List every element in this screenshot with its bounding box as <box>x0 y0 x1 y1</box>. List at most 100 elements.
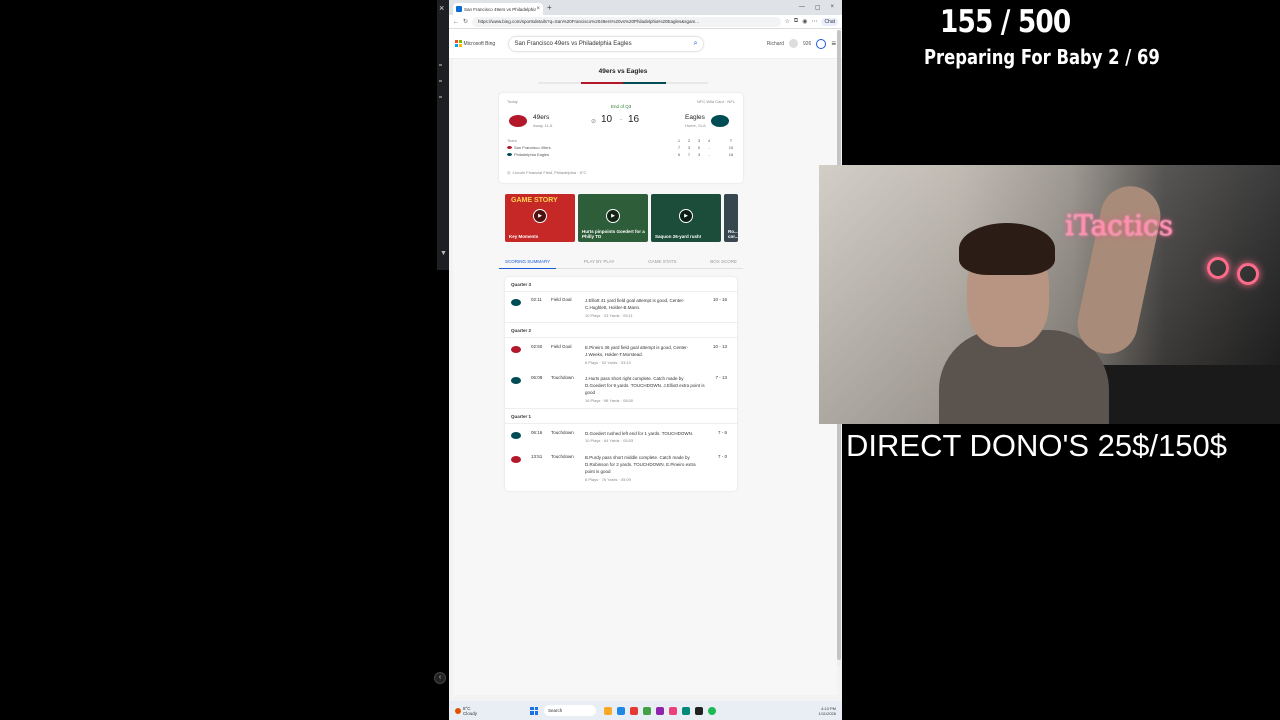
tab-title: San Francisco 49ers vs Philadelphia <box>464 6 537 12</box>
quarter-heading: Quarter 3 <box>511 282 532 287</box>
extensions-icon[interactable]: ⧉ <box>794 18 798 25</box>
video-title: GAME STORY <box>511 197 558 204</box>
play-score: 10 - 16 <box>712 297 727 302</box>
eagles-logo-icon <box>511 432 521 439</box>
search-input[interactable]: San Francisco 49ers vs Philadelphia Eagl… <box>507 35 704 52</box>
rewards-icon[interactable] <box>816 38 827 49</box>
play-icon[interactable]: ▶ <box>606 209 620 223</box>
app-icon[interactable] <box>669 706 677 715</box>
linescore-periods: 1 2 3 4 T <box>677 138 733 143</box>
divider <box>505 337 737 338</box>
app-icon[interactable] <box>643 706 651 715</box>
tab-box-score[interactable]: BOX SCORE <box>704 257 743 269</box>
bing-favicon-icon <box>456 6 462 12</box>
away-team-record: Away, 11-6 <box>533 123 553 128</box>
play-description: J.Elliott 41 yard field goal attempt is … <box>585 298 685 310</box>
back-button[interactable]: ‹ <box>434 672 446 684</box>
copilot-button[interactable]: Chat <box>821 17 838 26</box>
home-score: 16 <box>628 114 640 125</box>
taskbar-apps <box>604 706 716 715</box>
app-icon[interactable] <box>630 706 638 715</box>
close-window-button[interactable]: × <box>830 4 834 11</box>
file-explorer-icon[interactable] <box>604 706 612 715</box>
play-meta: 16 Plays · 98 Yards · 08:00 <box>585 398 634 403</box>
play-meta: 6 Plays · 53 Yards · 03:10 <box>585 360 631 365</box>
url-field[interactable]: https://www.bing.com/sportsdetails?q=San… <box>472 16 781 27</box>
weather-widget[interactable]: 8°C Cloudy <box>455 706 525 716</box>
tab-play-by-play[interactable]: PLAY BY PLAY <box>578 257 621 269</box>
game-round: NFC Wild Card · NFL <box>696 99 735 104</box>
eagles-logo-icon <box>711 115 729 127</box>
avatar[interactable] <box>788 39 798 48</box>
refresh-icon[interactable]: ↻ <box>463 18 468 25</box>
divider <box>505 322 737 323</box>
close-icon[interactable]: × <box>439 3 444 13</box>
divider <box>505 423 737 424</box>
home-team-record: Home, 11-6 <box>685 123 706 128</box>
windows-start-icon[interactable] <box>530 706 538 715</box>
app-icon[interactable] <box>682 706 690 715</box>
play-time: 02:50 <box>531 344 543 349</box>
close-tab-icon[interactable]: × <box>536 6 540 12</box>
play-type: Field Goal <box>551 297 572 302</box>
play-score: 7 - 6 <box>717 430 727 435</box>
spotify-icon[interactable] <box>708 706 716 715</box>
sub-counter: 155 / 500 <box>940 4 1071 40</box>
donation-goal: DIRECT DONO'S 25$/150$ <box>846 428 1227 463</box>
video-card[interactable]: ▶ Hurts pinpoints Goedert for a Philly T… <box>578 194 648 242</box>
tab-scoring-summary[interactable]: SCORING SUMMARY <box>499 257 557 269</box>
search-icon[interactable]: ⌕ <box>694 37 698 51</box>
video-carousel: GAME STORY ▶ Key Moments ▶ Hurts pinpoin… <box>505 194 739 242</box>
maximize-button[interactable]: ▢ <box>815 4 821 11</box>
rgb-fan-icon <box>1207 257 1229 279</box>
quarter-heading: Quarter 2 <box>511 328 532 333</box>
brand-name[interactable]: Microsoft Bing <box>464 41 508 47</box>
video-card[interactable]: GAME STORY ▶ Key Moments <box>505 194 575 242</box>
play-type: Touchdown <box>551 454 574 459</box>
clock[interactable]: 4:13 PM 1/11/2026 <box>819 706 837 716</box>
browser-tab[interactable]: San Francisco 49ers vs Philadelphia × <box>453 3 543 15</box>
play-description: B.Purdy pass short middle complete. Catc… <box>585 455 696 474</box>
play-description: J.Hurts pass short right complete. Catch… <box>585 376 705 395</box>
location-pin-icon: ◎ <box>507 170 511 175</box>
more-menu-icon[interactable]: ⋯ <box>811 18 817 25</box>
hamburger-menu-icon[interactable]: ≡ <box>831 39 836 48</box>
play-time: 02:11 <box>531 297 542 302</box>
49ers-logo-icon <box>509 115 527 127</box>
away-team-name[interactable]: 49ers <box>533 114 549 121</box>
video-card[interactable]: Ro... cor... <box>724 194 738 242</box>
home-team-name[interactable]: Eagles <box>685 114 705 121</box>
address-bar: ← ↻ https://www.bing.com/sportsdetails?q… <box>449 15 842 29</box>
video-caption: Saquon 26-yard rush! <box>655 234 702 239</box>
49ers-mini-logo-icon <box>507 146 512 149</box>
user-name[interactable]: Richard <box>767 41 784 47</box>
back-arrow-icon[interactable]: ← <box>453 19 459 25</box>
chevron-down-icon[interactable]: ▼ <box>440 250 447 257</box>
video-caption: Ro... cor... <box>728 229 738 239</box>
terminal-icon[interactable] <box>695 706 703 715</box>
profile-icon[interactable]: ◉ <box>802 18 807 25</box>
quarter-heading: Quarter 1 <box>511 414 532 419</box>
page-content: 49ers vs Eagles Today NFC Wild Card · NF… <box>453 59 837 695</box>
app-icon[interactable] <box>656 706 664 715</box>
rgb-fan-icon <box>1237 263 1259 285</box>
summary-tabs: SCORING SUMMARY PLAY BY PLAY GAME STATS … <box>499 257 743 269</box>
rewards-points[interactable]: 926 <box>803 41 811 47</box>
scoring-summary: Quarter 3 02:11 Field Goal J.Elliott 41 … <box>505 277 737 491</box>
minimize-button[interactable]: — <box>799 4 805 11</box>
taskbar-search[interactable]: Search <box>544 705 596 716</box>
play-score: 7 - 0 <box>717 454 727 459</box>
play-icon[interactable]: ▶ <box>533 209 547 223</box>
browser-window: San Francisco 49ers vs Philadelphia × + … <box>449 0 842 720</box>
new-tab-button[interactable]: + <box>547 3 552 12</box>
weather-icon <box>455 707 461 714</box>
tab-bar: San Francisco 49ers vs Philadelphia × + … <box>449 0 842 15</box>
tab-game-stats[interactable]: GAME STATS <box>642 257 682 269</box>
favorite-star-icon[interactable]: ☆ <box>785 18 790 25</box>
edge-icon[interactable] <box>617 706 625 715</box>
play-type: Field Goal <box>551 344 572 349</box>
play-icon[interactable]: ▶ <box>679 209 693 223</box>
play-type: Touchdown <box>551 375 574 380</box>
video-card[interactable]: ▶ Saquon 26-yard rush! <box>651 194 721 242</box>
webcam-feed: iTactics <box>819 165 1280 424</box>
